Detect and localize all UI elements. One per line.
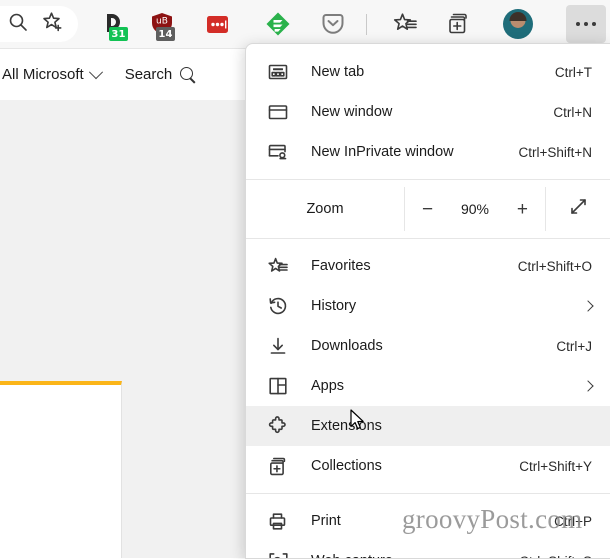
extensions-icon bbox=[266, 414, 290, 438]
more-dot bbox=[576, 22, 580, 26]
menu-item-label: Extensions bbox=[311, 418, 382, 434]
menu-item-label: Apps bbox=[311, 378, 344, 394]
menu-item-shortcut: Ctrl+Shift+S bbox=[519, 554, 592, 559]
menu-divider bbox=[246, 493, 610, 494]
menu-item-new-window[interactable]: New window Ctrl+N bbox=[246, 92, 610, 132]
menu-item-shortcut: Ctrl+J bbox=[556, 339, 592, 354]
menu-item-history[interactable]: History bbox=[246, 286, 610, 326]
menu-item-shortcut: Ctrl+Shift+Y bbox=[519, 459, 592, 474]
more-dot bbox=[584, 22, 588, 26]
new-tab-icon bbox=[266, 60, 290, 84]
menu-item-shortcut: Ctrl+T bbox=[555, 65, 592, 80]
search-icon bbox=[180, 67, 196, 83]
ublock-origin-icon[interactable]: uB 14 bbox=[145, 0, 179, 48]
zoom-value: 90% bbox=[461, 201, 489, 217]
menu-item-extensions[interactable]: Extensions bbox=[246, 406, 610, 446]
menu-item-new-inprivate-window[interactable]: New InPrivate window Ctrl+Shift+N bbox=[246, 132, 610, 172]
menu-item-label: New window bbox=[311, 104, 392, 120]
extension-icon-1[interactable]: 31 bbox=[98, 0, 132, 48]
toolbar-divider bbox=[366, 14, 367, 35]
menu-item-web-capture[interactable]: Web capture Ctrl+Shift+S bbox=[246, 541, 610, 559]
menu-item-shortcut: Ctrl+Shift+N bbox=[518, 145, 592, 160]
menu-item-favorites[interactable]: Favorites Ctrl+Shift+O bbox=[246, 246, 610, 286]
print-icon bbox=[266, 509, 290, 533]
new-inprivate-window-icon bbox=[266, 140, 290, 164]
menu-item-label: Collections bbox=[311, 458, 382, 474]
menu-item-new-tab[interactable]: New tab Ctrl+T bbox=[246, 52, 610, 92]
downloads-icon bbox=[266, 334, 290, 358]
browser-toolbar: 31 uB 14 bbox=[0, 0, 610, 48]
lastpass-icon[interactable] bbox=[200, 0, 234, 48]
fullscreen-button[interactable] bbox=[546, 187, 610, 231]
menu-item-label: Web capture bbox=[311, 553, 393, 559]
menu-zoom-row: Zoom − 90% + bbox=[246, 187, 610, 231]
menu-item-shortcut: Ctrl+Shift+O bbox=[518, 259, 592, 274]
new-window-icon bbox=[266, 100, 290, 124]
zoom-controls: − 90% + bbox=[404, 187, 546, 231]
fullscreen-icon bbox=[568, 196, 589, 222]
menu-item-apps[interactable]: Apps bbox=[246, 366, 610, 406]
add-favorite-icon[interactable] bbox=[42, 11, 64, 38]
avatar bbox=[503, 9, 533, 39]
menu-item-label: Print bbox=[311, 513, 341, 529]
menu-item-label: New tab bbox=[311, 64, 364, 80]
profile-avatar[interactable] bbox=[500, 0, 536, 48]
favorites-icon bbox=[266, 254, 290, 278]
svg-text:uB: uB bbox=[156, 17, 168, 27]
zoom-out-button[interactable]: − bbox=[416, 198, 439, 221]
apps-icon bbox=[266, 374, 290, 398]
address-bar-trailing-actions bbox=[0, 6, 78, 42]
menu-item-downloads[interactable]: Downloads Ctrl+J bbox=[246, 326, 610, 366]
favorites-icon[interactable] bbox=[389, 0, 423, 48]
feedly-icon[interactable] bbox=[261, 0, 295, 48]
zoom-in-button[interactable]: + bbox=[511, 198, 534, 221]
menu-divider bbox=[246, 179, 610, 180]
menu-item-label: Downloads bbox=[311, 338, 383, 354]
extension-badge: 14 bbox=[156, 27, 175, 41]
pocket-icon[interactable] bbox=[316, 0, 350, 48]
zoom-label: Zoom bbox=[246, 187, 404, 231]
menu-item-shortcut: Ctrl+P bbox=[554, 514, 592, 529]
menu-item-print[interactable]: Print Ctrl+P bbox=[246, 501, 610, 541]
collections-icon bbox=[266, 454, 290, 478]
settings-and-more-menu: New tab Ctrl+T New window Ctrl+N New InP… bbox=[245, 43, 610, 559]
menu-item-shortcut: Ctrl+N bbox=[553, 105, 592, 120]
menu-item-label: Favorites bbox=[311, 258, 371, 274]
chevron-right-icon bbox=[582, 300, 593, 311]
all-microsoft-dropdown[interactable]: All Microsoft bbox=[2, 66, 101, 83]
page-search-label: Search bbox=[125, 66, 173, 83]
page-search-button[interactable]: Search bbox=[125, 66, 197, 83]
all-microsoft-label: All Microsoft bbox=[2, 66, 84, 83]
collections-icon[interactable] bbox=[442, 0, 476, 48]
menu-item-label: New InPrivate window bbox=[311, 144, 454, 160]
microsoft-nav-bar: All Microsoft Search bbox=[0, 48, 250, 100]
chevron-down-icon bbox=[89, 65, 103, 79]
content-card bbox=[0, 381, 122, 558]
menu-divider bbox=[246, 238, 610, 239]
settings-and-more-button[interactable] bbox=[566, 5, 606, 43]
chevron-right-icon bbox=[582, 380, 593, 391]
search-icon[interactable] bbox=[8, 12, 28, 37]
more-dot bbox=[592, 22, 596, 26]
menu-item-collections[interactable]: Collections Ctrl+Shift+Y bbox=[246, 446, 610, 486]
extension-badge: 31 bbox=[109, 27, 128, 41]
menu-item-label: History bbox=[311, 298, 356, 314]
history-icon bbox=[266, 294, 290, 318]
